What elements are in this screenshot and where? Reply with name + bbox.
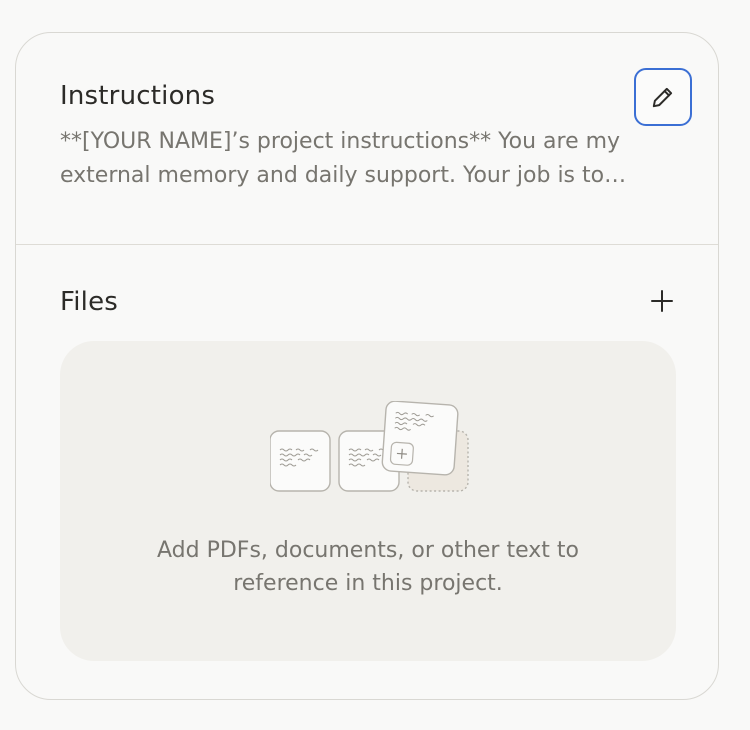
plus-icon bbox=[651, 290, 673, 312]
pencil-icon bbox=[652, 87, 673, 108]
section-divider bbox=[16, 244, 718, 245]
documents-illustration-icon bbox=[270, 401, 469, 492]
add-file-button[interactable] bbox=[646, 285, 678, 317]
edit-instructions-button[interactable] bbox=[634, 68, 692, 126]
instructions-title: Instructions bbox=[60, 81, 216, 111]
files-empty-text: Add PDFs, documents, or other text to re… bbox=[157, 538, 579, 596]
instructions-preview-text[interactable]: **[YOUR NAME]’s project instructions** Y… bbox=[60, 125, 660, 193]
files-dropzone[interactable]: Add PDFs, documents, or other text to re… bbox=[60, 341, 676, 661]
project-knowledge-panel: Instructions **[YOUR NAME]’s project ins… bbox=[15, 32, 719, 700]
files-title: Files bbox=[60, 287, 119, 317]
instructions-section: Instructions **[YOUR NAME]’s project ins… bbox=[16, 33, 718, 245]
